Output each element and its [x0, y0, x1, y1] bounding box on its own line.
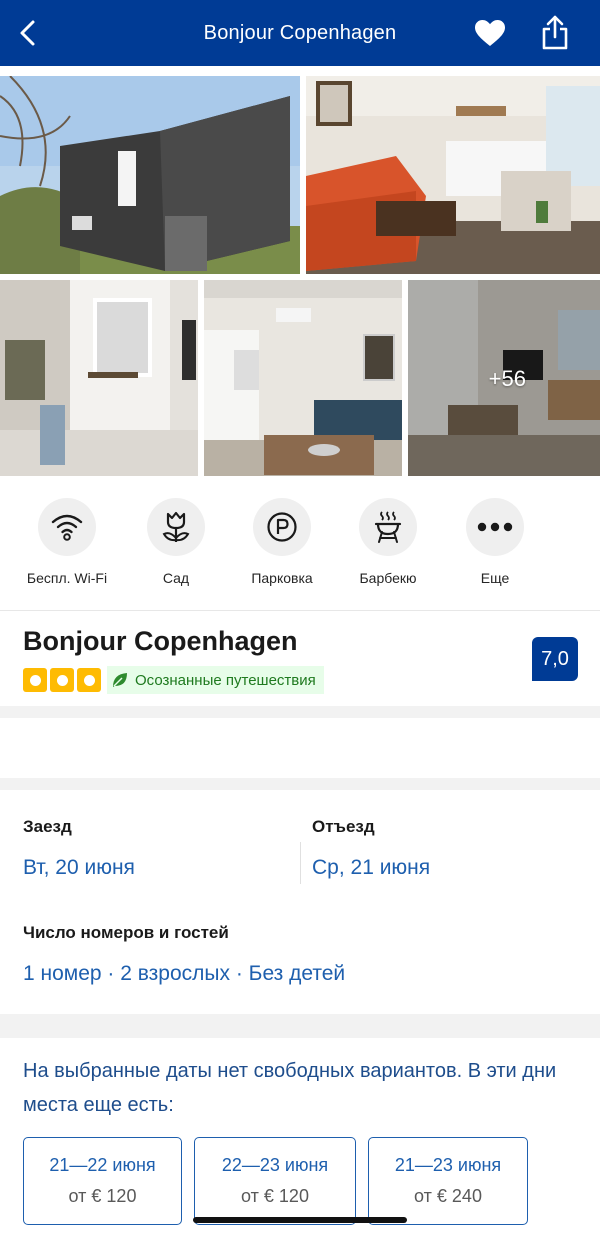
guests-label: Число номеров и гостей [23, 923, 229, 942]
more-dots-icon [477, 522, 513, 532]
facility-label: Барбекю [359, 570, 417, 586]
alt-dates: 22—23 июня [221, 1155, 329, 1175]
alternative-dates-card[interactable]: 21—22 июня от € 120 [23, 1137, 182, 1225]
checkin-label: Заезд [23, 817, 72, 836]
alt-dates: 21—23 июня [394, 1155, 502, 1175]
divider [0, 610, 600, 611]
facility-parking[interactable]: Парковка [227, 498, 337, 586]
facility-wifi[interactable]: Беспл. Wi-Fi [12, 498, 122, 586]
checkin-date[interactable]: Вт, 20 июня [23, 856, 135, 880]
share-button[interactable] [535, 13, 575, 53]
alt-price: от € 120 [68, 1186, 137, 1206]
checkout-date[interactable]: Ср, 21 июня [312, 856, 430, 880]
alternative-dates-card[interactable]: 21—23 июня от € 240 [368, 1137, 528, 1225]
photo-lounge[interactable] [204, 280, 402, 476]
leaf-icon [113, 673, 127, 687]
review-score-badge[interactable]: 7,0 [532, 637, 578, 681]
photo-more[interactable]: +56 [408, 280, 600, 476]
hotel-name: Bonjour Copenhagen [23, 626, 298, 656]
section-gap [0, 778, 600, 790]
facility-garden[interactable]: Сад [121, 498, 231, 586]
star-icon [23, 668, 47, 692]
photo-living-room[interactable] [306, 76, 600, 274]
top-app-bar: Bonjour Copenhagen [0, 0, 600, 66]
facility-label: Парковка [251, 570, 313, 586]
flower-icon [162, 511, 190, 542]
section-gap [0, 1014, 600, 1038]
facilities-row: Беспл. Wi-Fi Сад Парковка Барбекю Еще [0, 488, 600, 600]
sustainability-badge[interactable]: Осознанные путешествия [107, 666, 324, 694]
photo-entrance[interactable] [0, 280, 198, 476]
star-icon [50, 668, 74, 692]
sustainability-label: Осознанные путешествия [135, 671, 316, 689]
alternative-dates-card[interactable]: 22—23 июня от € 120 [194, 1137, 356, 1225]
share-icon [542, 15, 568, 50]
favorite-button[interactable] [470, 13, 510, 53]
back-button[interactable] [8, 13, 48, 53]
section-gap [0, 706, 600, 718]
wifi-icon [51, 514, 83, 541]
photo-gallery: +56 [0, 66, 600, 478]
facility-more[interactable]: Еще [440, 498, 550, 586]
heart-icon [475, 20, 505, 46]
star-icon [77, 668, 101, 692]
facility-label: Сад [162, 570, 190, 586]
grill-icon [374, 511, 402, 543]
alt-dates: 21—22 июня [49, 1155, 156, 1175]
photo-exterior[interactable] [0, 76, 300, 274]
more-photos-count: +56 [488, 366, 526, 391]
facility-bbq[interactable]: Барбекю [333, 498, 443, 586]
no-availability-message: На выбранные даты нет свободных варианто… [23, 1060, 557, 1116]
facility-label: Беспл. Wi-Fi [26, 570, 108, 586]
home-indicator [193, 1217, 407, 1223]
checkout-label: Отъезд [312, 817, 375, 836]
page-title: Bonjour Copenhagen [203, 21, 397, 44]
parking-icon [267, 512, 297, 542]
chevron-left-icon [20, 20, 35, 46]
star-rating [23, 668, 101, 692]
guests-value[interactable]: 1 номер · 2 взрослых · Без детей [23, 962, 345, 986]
date-divider [300, 842, 301, 884]
alt-price: от € 120 [241, 1186, 309, 1206]
alt-price: от € 240 [414, 1186, 482, 1206]
facility-label: Еще [480, 570, 510, 586]
